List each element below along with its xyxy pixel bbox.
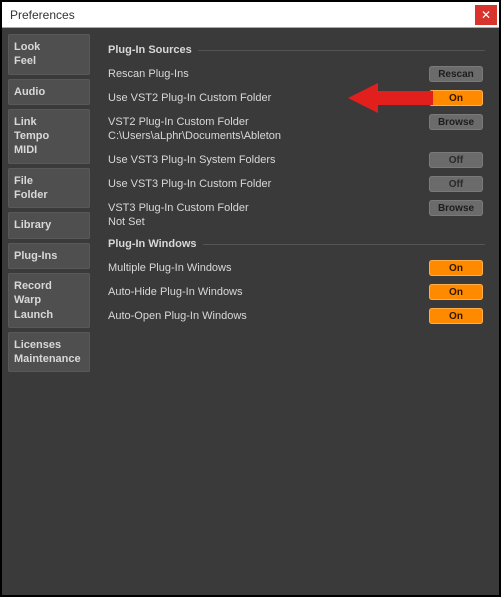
section-title: Plug-In Sources <box>108 44 192 56</box>
row-label: Use VST3 Plug-In System Folders <box>108 154 427 166</box>
sidebar-tab-file-folder[interactable]: FileFolder <box>8 168 90 209</box>
row-label: VST3 Plug-In Custom Folder <box>108 202 427 214</box>
main-panel: Plug-In Sources Rescan Plug-Ins Rescan U… <box>94 28 499 595</box>
sidebar-tab-licenses-maintenance[interactable]: LicensesMaintenance <box>8 332 90 373</box>
window-title: Preferences <box>10 8 75 22</box>
titlebar: Preferences ✕ <box>2 2 499 28</box>
browse-vst3-button[interactable]: Browse <box>429 200 483 216</box>
vst2-folder-path: C:\Users\aLphr\Documents\Ableton <box>108 130 281 142</box>
row-use-vst2-custom: Use VST2 Plug-In Custom Folder On <box>108 90 485 106</box>
section-plugin-sources: Plug-In Sources <box>108 44 485 56</box>
vst3-folder-path: Not Set <box>108 216 145 228</box>
close-icon: ✕ <box>481 9 491 21</box>
section-plugin-windows: Plug-In Windows <box>108 238 485 250</box>
toggle-vst3-system[interactable]: Off <box>429 152 483 168</box>
section-title: Plug-In Windows <box>108 238 197 250</box>
sidebar-tab-audio[interactable]: Audio <box>8 79 90 105</box>
sidebar: LookFeel Audio LinkTempoMIDI FileFolder … <box>2 28 94 595</box>
sidebar-tab-link-tempo-midi[interactable]: LinkTempoMIDI <box>8 109 90 164</box>
row-auto-open: Auto-Open Plug-In Windows On <box>108 308 485 324</box>
row-label: VST2 Plug-In Custom Folder <box>108 116 427 128</box>
row-label: Rescan Plug-Ins <box>108 68 427 80</box>
row-use-vst3-custom: Use VST3 Plug-In Custom Folder Off <box>108 176 485 192</box>
sidebar-tab-look-feel[interactable]: LookFeel <box>8 34 90 75</box>
row-vst2-folder: VST2 Plug-In Custom Folder Browse C:\Use… <box>108 114 485 142</box>
close-button[interactable]: ✕ <box>475 5 497 25</box>
row-label: Multiple Plug-In Windows <box>108 262 427 274</box>
rescan-button[interactable]: Rescan <box>429 66 483 82</box>
row-vst3-folder: VST3 Plug-In Custom Folder Browse Not Se… <box>108 200 485 228</box>
browse-vst2-button[interactable]: Browse <box>429 114 483 130</box>
row-multi-windows: Multiple Plug-In Windows On <box>108 260 485 276</box>
toggle-auto-open[interactable]: On <box>429 308 483 324</box>
divider <box>203 244 486 245</box>
toggle-vst3-custom[interactable]: Off <box>429 176 483 192</box>
row-label: Use VST3 Plug-In Custom Folder <box>108 178 427 190</box>
row-label: Auto-Hide Plug-In Windows <box>108 286 427 298</box>
row-label: Auto-Open Plug-In Windows <box>108 310 427 322</box>
toggle-multi-windows[interactable]: On <box>429 260 483 276</box>
sidebar-tab-record-warp-launch[interactable]: RecordWarpLaunch <box>8 273 90 328</box>
divider <box>198 50 485 51</box>
sidebar-tab-library[interactable]: Library <box>8 212 90 238</box>
toggle-vst2-custom[interactable]: On <box>429 90 483 106</box>
sidebar-tab-plug-ins[interactable]: Plug-Ins <box>8 243 90 269</box>
row-auto-hide: Auto-Hide Plug-In Windows On <box>108 284 485 300</box>
row-rescan: Rescan Plug-Ins Rescan <box>108 66 485 82</box>
toggle-auto-hide[interactable]: On <box>429 284 483 300</box>
row-label: Use VST2 Plug-In Custom Folder <box>108 92 427 104</box>
row-use-vst3-system: Use VST3 Plug-In System Folders Off <box>108 152 485 168</box>
